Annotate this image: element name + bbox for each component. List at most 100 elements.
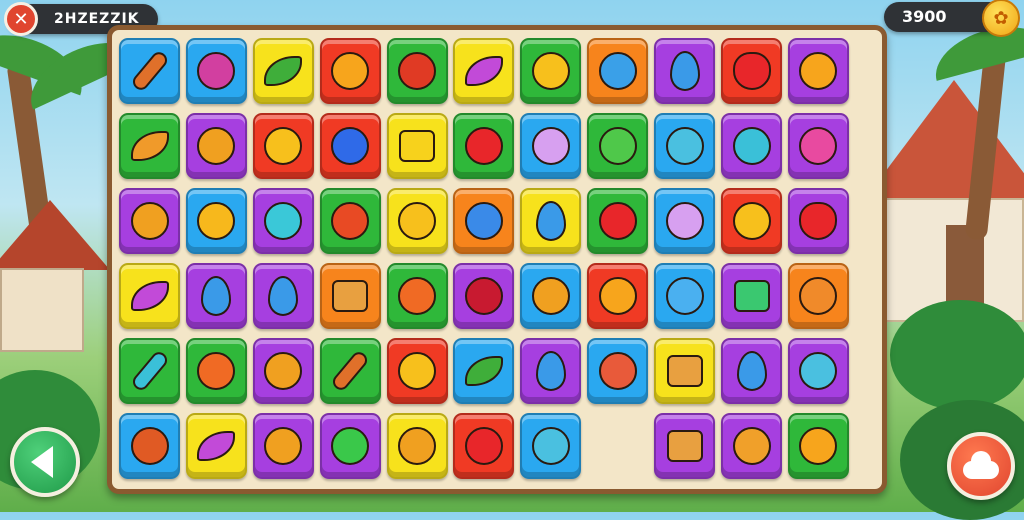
tile[interactable] (386, 188, 448, 254)
tile[interactable] (787, 413, 849, 479)
pizza-icon (130, 202, 169, 240)
tile[interactable] (252, 188, 314, 254)
tile-grid (119, 38, 879, 483)
tile[interactable] (386, 338, 448, 404)
drop-icon (535, 201, 566, 241)
house-right (864, 80, 1024, 322)
tile[interactable] (319, 38, 381, 104)
tile[interactable] (185, 338, 247, 404)
tile[interactable] (654, 188, 716, 254)
tile[interactable] (119, 38, 180, 104)
tile[interactable] (119, 338, 180, 404)
tile[interactable] (252, 113, 314, 179)
tile[interactable] (185, 38, 247, 104)
tile[interactable] (319, 263, 381, 329)
eggplant-icon (130, 281, 169, 311)
tile[interactable] (587, 263, 649, 329)
eggplant-icon (197, 431, 236, 461)
apple-icon (598, 202, 637, 240)
candy-icon (799, 127, 838, 165)
coin-icon[interactable]: ✿ (982, 0, 1020, 37)
plum-icon (197, 52, 236, 90)
tile[interactable] (721, 413, 783, 479)
tile[interactable] (520, 38, 582, 104)
tile[interactable] (453, 263, 515, 329)
sun-creature-icon (799, 52, 838, 90)
drop-icon (201, 276, 232, 316)
tile[interactable] (386, 413, 448, 479)
tile[interactable] (587, 338, 649, 404)
house-left (0, 200, 110, 352)
bush (890, 300, 1024, 410)
tile[interactable] (453, 188, 515, 254)
back-button[interactable] (10, 427, 80, 497)
tile[interactable] (787, 38, 849, 104)
tile[interactable] (453, 38, 515, 104)
flag-icon (732, 202, 771, 240)
tile[interactable] (119, 188, 180, 254)
box-icon (666, 355, 703, 387)
tile[interactable] (787, 338, 849, 404)
fish-icon (531, 427, 570, 465)
drop-icon (268, 276, 299, 316)
tile[interactable] (520, 413, 582, 479)
box-icon (666, 430, 703, 462)
hint-button[interactable] (947, 432, 1015, 500)
tile[interactable] (185, 263, 247, 329)
tile[interactable] (654, 113, 716, 179)
tile[interactable] (386, 113, 448, 179)
tile[interactable] (252, 413, 314, 479)
ghost-icon (531, 127, 570, 165)
tile[interactable] (654, 338, 716, 404)
tile[interactable] (453, 113, 515, 179)
tile[interactable] (721, 188, 783, 254)
tile[interactable] (721, 338, 783, 404)
tile[interactable] (654, 263, 716, 329)
tile[interactable] (721, 38, 783, 104)
tile[interactable] (654, 413, 716, 479)
tile[interactable] (252, 38, 314, 104)
tile[interactable] (654, 38, 716, 104)
tile[interactable] (185, 188, 247, 254)
tile[interactable] (520, 263, 582, 329)
tile[interactable] (787, 263, 849, 329)
tile[interactable] (721, 113, 783, 179)
tile[interactable] (587, 188, 649, 254)
tile[interactable] (787, 188, 849, 254)
tile[interactable] (453, 413, 515, 479)
red-creature-icon (398, 52, 437, 90)
smiley-icon (398, 352, 437, 390)
tile[interactable] (520, 113, 582, 179)
tile[interactable] (319, 188, 381, 254)
tile[interactable] (587, 113, 649, 179)
blob-icon (665, 277, 704, 315)
tile[interactable] (721, 263, 783, 329)
close-button[interactable]: ✕ (4, 2, 38, 36)
carrot-icon (197, 352, 236, 390)
tile[interactable] (520, 188, 582, 254)
tile[interactable] (119, 413, 180, 479)
tile[interactable] (520, 338, 582, 404)
tile[interactable] (252, 263, 314, 329)
tile[interactable] (119, 263, 180, 329)
drop-icon (736, 351, 767, 391)
drop-icon (669, 51, 700, 91)
swirl-icon (531, 277, 570, 315)
tile[interactable] (119, 113, 180, 179)
tile[interactable] (386, 38, 448, 104)
tile[interactable] (252, 338, 314, 404)
tile[interactable] (587, 38, 649, 104)
fries-icon (197, 202, 236, 240)
bottle-icon (129, 349, 170, 393)
box-icon (332, 280, 369, 312)
sun-creature-icon (799, 427, 838, 465)
tile[interactable] (185, 413, 247, 479)
tile[interactable] (319, 338, 381, 404)
tile[interactable] (185, 113, 247, 179)
tile[interactable] (787, 113, 849, 179)
tile[interactable] (319, 413, 381, 479)
tile[interactable] (386, 263, 448, 329)
tile[interactable] (453, 338, 515, 404)
carrot-icon (398, 277, 437, 315)
tile[interactable] (319, 113, 381, 179)
